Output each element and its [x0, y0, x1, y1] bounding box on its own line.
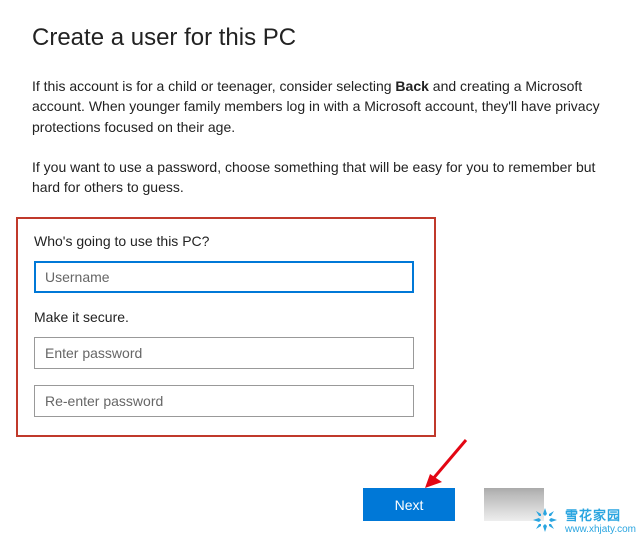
- snowflake-icon: [531, 506, 559, 534]
- highlight-box: Who's going to use this PC? Make it secu…: [16, 217, 436, 437]
- watermark-text-cn: 雪花家园: [565, 505, 636, 524]
- username-input[interactable]: [34, 261, 414, 293]
- page-title: Create a user for this PC: [32, 24, 610, 52]
- password-input[interactable]: [34, 337, 414, 369]
- intro-paragraph-2: If you want to use a password, choose so…: [32, 157, 610, 198]
- watermark-text-url: www.xhjaty.com: [565, 524, 636, 535]
- intro1-a: If this account is for a child or teenag…: [32, 78, 395, 94]
- who-label: Who's going to use this PC?: [34, 233, 418, 249]
- secure-label: Make it secure.: [34, 309, 418, 325]
- intro1-back-word: Back: [395, 78, 428, 94]
- next-button[interactable]: Next: [363, 488, 455, 521]
- intro-paragraph-1: If this account is for a child or teenag…: [32, 76, 610, 137]
- watermark: 雪花家园 www.xhjaty.com: [531, 505, 636, 535]
- reenter-password-input[interactable]: [34, 385, 414, 417]
- annotation-arrow-icon: [422, 434, 472, 494]
